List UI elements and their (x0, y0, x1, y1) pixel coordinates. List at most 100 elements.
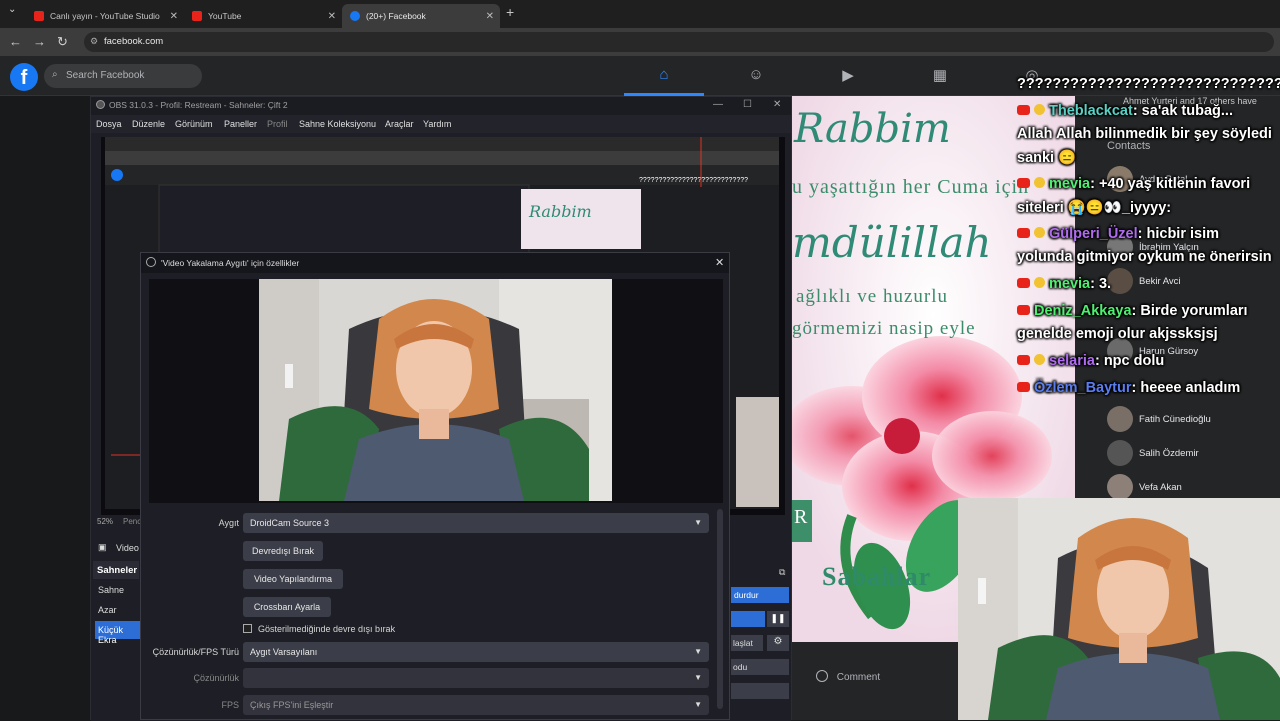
chat-text: : Birde yorumları (1131, 303, 1248, 319)
chat-message: Deniz_Akkaya: Birde yorumları (1017, 303, 1248, 319)
obs-logo-icon (146, 257, 156, 267)
record-button[interactable] (731, 611, 765, 627)
post-text-line: mdülillah (792, 218, 992, 267)
post-text-line: görmemizi nasip eyle (792, 318, 976, 339)
friends-icon[interactable]: ☺ (746, 66, 766, 86)
menu-item[interactable]: Profil (267, 119, 288, 129)
menu-item[interactable]: Araçlar (385, 119, 414, 129)
forward-arrow-icon[interactable]: → (33, 34, 46, 49)
menu-item[interactable]: Düzenle (132, 119, 165, 129)
menu-item[interactable]: Paneller (224, 119, 257, 129)
youtube-icon (1017, 382, 1030, 392)
avatar (1107, 440, 1133, 466)
tab-facebook[interactable]: (20+) Facebook ✕ (342, 4, 500, 28)
minimize-icon[interactable]: — (713, 99, 723, 110)
fps-select[interactable]: Çıkış FPS'ini Eşleştir ▼ (243, 695, 709, 715)
chat-message: sanki 😑 (1017, 149, 1076, 166)
device-select[interactable]: DroidCam Source 3 ▼ (243, 513, 709, 533)
reload-icon[interactable]: ↻ (57, 34, 68, 50)
contact-name: Fatih Cünedioğlu (1139, 414, 1211, 425)
tab-youtube[interactable]: YouTube ✕ (184, 4, 342, 28)
device-label: Aygıt (218, 518, 239, 528)
back-arrow-icon[interactable]: ← (9, 34, 22, 49)
chat-text: sanki 😑 (1017, 150, 1077, 166)
dialog-scrollbar[interactable] (717, 509, 723, 709)
chat-text: : npc dolu (1094, 353, 1165, 369)
fps-value: Çıkış FPS'ini Eşleştir (250, 700, 334, 710)
settings-button[interactable] (731, 683, 789, 699)
pause-icon[interactable]: ❚❚ (767, 611, 789, 627)
comment-label: Comment (836, 672, 881, 683)
crossbar-button[interactable]: Crossbarı Ayarla (243, 597, 331, 617)
chat-message: Allah Allah bilinmedik bir şey söyledi (1017, 126, 1272, 142)
video-config-button[interactable]: Video Yapılandırma (243, 569, 343, 589)
chat-message: Theblackcat: sa'ak tubağ... (1017, 103, 1233, 119)
marketplace-icon[interactable]: ▦ (930, 66, 950, 86)
deactivate-when-hidden-checkbox[interactable] (243, 624, 252, 633)
close-icon[interactable]: ✕ (170, 11, 178, 22)
resolution-select[interactable]: ▼ (243, 668, 709, 688)
chat-message: yolunda gitmiyor oykum ne önerirsin (1017, 249, 1272, 265)
browser-tab-strip: ⌄ Canlı yayın - YouTube Studio ✕ YouTube… (0, 0, 1280, 28)
webcam-preview (259, 279, 612, 501)
chat-username: Theblackcat (1049, 103, 1133, 119)
tab-youtube-studio[interactable]: Canlı yayın - YouTube Studio ✕ (26, 4, 184, 28)
youtube-icon (34, 11, 44, 21)
close-icon[interactable]: ✕ (328, 11, 336, 22)
menu-item[interactable]: Sahne Koleksiyonu (299, 119, 376, 129)
stop-stream-button[interactable]: durdur (731, 587, 789, 603)
scene-item[interactable]: Azar (95, 601, 141, 619)
scene-item-selected[interactable]: Küçük Ekra (95, 621, 141, 645)
deactivate-button[interactable]: Devredışı Bırak (243, 541, 323, 561)
gear-icon[interactable]: ⚙ (767, 635, 789, 651)
maximize-icon[interactable]: ☐ (743, 99, 752, 110)
contact-item[interactable]: Salih Özdemir (1107, 440, 1199, 466)
tab-search-chevron-icon[interactable]: ⌄ (8, 4, 16, 15)
facebook-icon (350, 11, 360, 21)
home-icon[interactable]: ⌂ (654, 66, 674, 86)
chevron-down-icon: ▼ (694, 700, 702, 709)
contact-item[interactable]: Fatih Cünedioğlu (1107, 406, 1211, 432)
contact-name: Salih Özdemir (1139, 448, 1199, 459)
close-icon[interactable]: ✕ (486, 11, 494, 22)
watch-icon[interactable]: ▶ (838, 66, 858, 86)
camera-icon: ▣ (98, 542, 107, 552)
chat-message: Gülperi_Üzel: hicbir isim (1017, 226, 1219, 242)
new-tab-plus-icon[interactable]: + (506, 4, 514, 20)
comment-button[interactable]: Comment (816, 670, 880, 683)
chat-text: Allah Allah bilinmedik bir şey söyledi (1017, 126, 1272, 142)
close-icon[interactable]: ✕ (773, 99, 781, 110)
mode-button[interactable]: odu (731, 659, 789, 675)
svg-text:Rabbim: Rabbim (528, 202, 592, 221)
comment-icon (816, 670, 828, 682)
resfps-select[interactable]: Aygıt Varsayılanı ▼ (243, 642, 709, 662)
site-info-icon[interactable]: ⚙ (90, 36, 98, 47)
post-text-line: u yaşattığın her Cuma için (792, 176, 1030, 198)
start-button[interactable]: laşlat (731, 635, 763, 651)
tab-label: (20+) Facebook (366, 11, 426, 21)
dock-undock-icon[interactable]: ⧉ (779, 567, 785, 578)
facebook-logo[interactable]: f (10, 63, 38, 91)
chat-username: selaria (1049, 353, 1095, 369)
search-input[interactable]: ⌕ Search Facebook (44, 64, 202, 88)
search-placeholder: Search Facebook (66, 70, 145, 81)
url-bar[interactable]: ⚙ facebook.com (84, 32, 1274, 52)
menu-item[interactable]: Dosya (96, 119, 122, 129)
close-icon[interactable]: ✕ (715, 256, 724, 269)
chat-text: : heeee anladım (1131, 380, 1241, 396)
post-text-line: ağlıklı ve huzurlu (796, 286, 949, 307)
fps-label: FPS (221, 700, 239, 710)
resfps-label: Çözünürlük/FPS Türü (152, 647, 239, 657)
youtube-icon (1017, 228, 1030, 238)
menu-item[interactable]: Yardım (423, 119, 451, 129)
contact-item[interactable]: Vefa Akan (1107, 474, 1182, 500)
scene-item[interactable]: Sahne (95, 581, 141, 599)
search-icon: ⌕ (52, 69, 58, 80)
contact-item[interactable]: Bekir Avci (1107, 268, 1181, 294)
properties-dialog: 'Video Yakalama Aygıtı' için özellikler … (140, 252, 730, 720)
youtube-icon (1017, 278, 1030, 288)
badge-icon (1034, 227, 1045, 238)
chevron-down-icon: ▼ (694, 647, 702, 656)
menu-item[interactable]: Görünüm (175, 119, 213, 129)
dialog-title: 'Video Yakalama Aygıtı' için özellikler (161, 258, 300, 268)
